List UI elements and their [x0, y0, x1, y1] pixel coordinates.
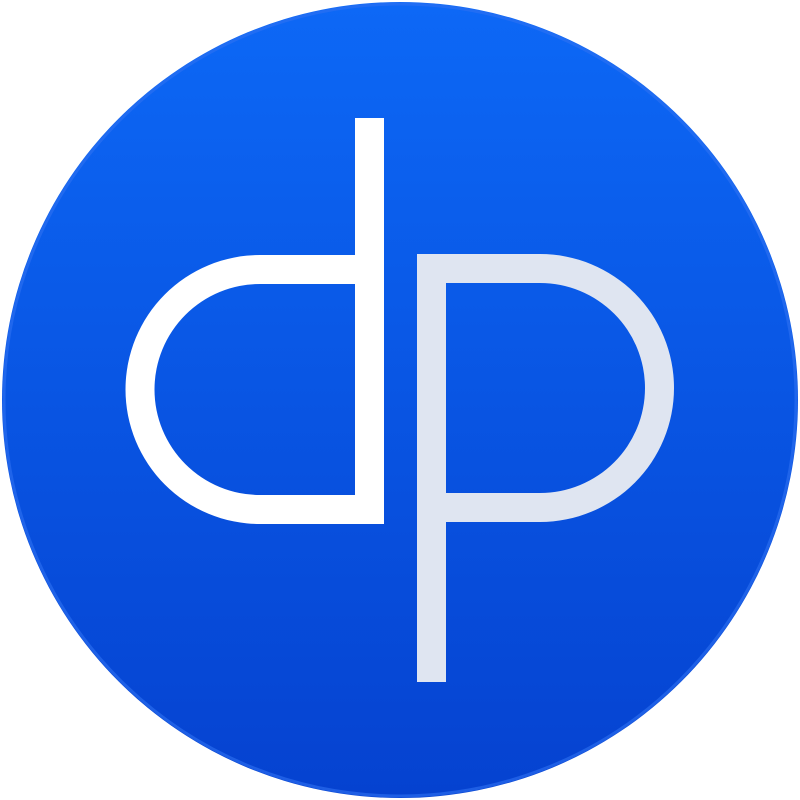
dp-logo — [2, 2, 798, 798]
logo-background-circle — [2, 2, 798, 798]
app-icon — [0, 0, 800, 800]
